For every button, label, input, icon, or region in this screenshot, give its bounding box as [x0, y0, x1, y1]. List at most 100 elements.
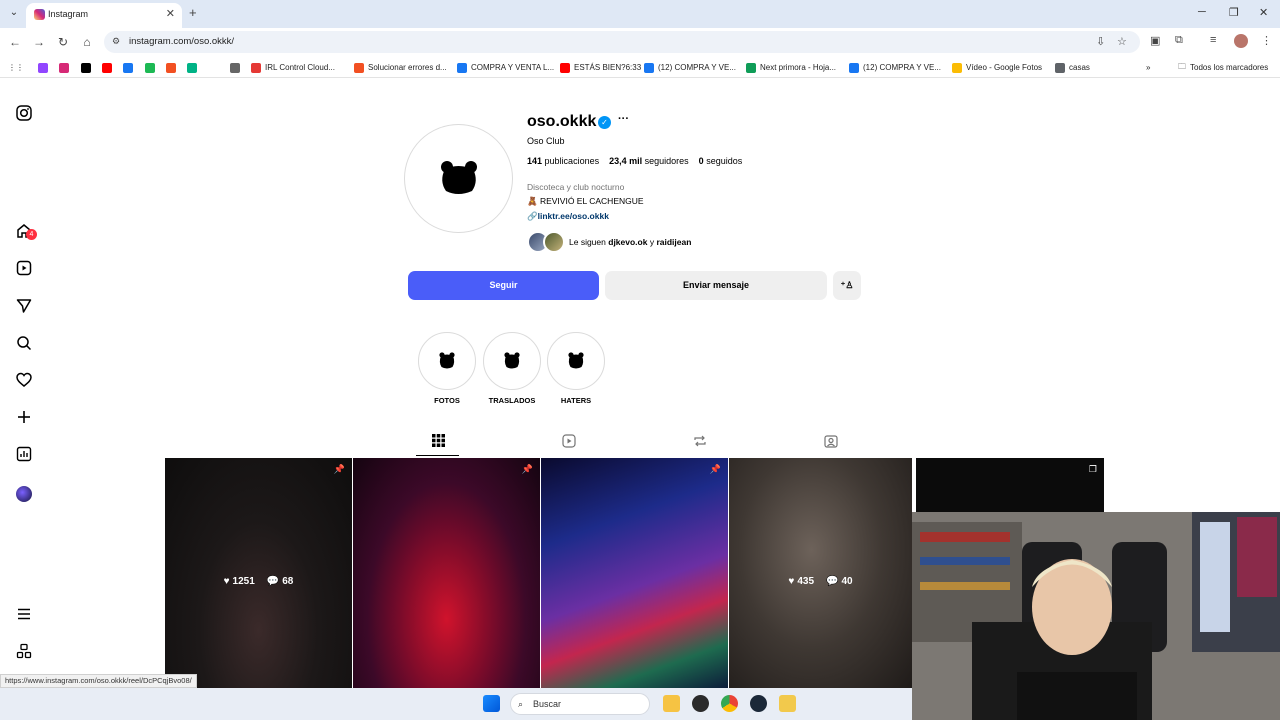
back-icon[interactable]: ← — [8, 35, 22, 49]
notifications-heart-icon[interactable] — [14, 372, 34, 392]
windows-start-icon[interactable] — [483, 695, 500, 712]
suggested-accounts-button[interactable]: ⁺♙ — [833, 271, 861, 300]
followers-stat[interactable]: 23,4 mil seguidores — [609, 156, 689, 166]
forward-icon[interactable]: → — [32, 35, 46, 49]
app-icon[interactable] — [779, 695, 796, 712]
active-tab-underline — [416, 455, 459, 456]
highlight-cover[interactable] — [483, 332, 541, 390]
install-app-icon[interactable]: ⇩ — [1096, 35, 1105, 48]
media-control-icon[interactable]: ≡ — [1210, 34, 1216, 46]
extensions-puzzle-icon[interactable]: ⧉ — [1175, 34, 1183, 47]
bookmark-item[interactable] — [59, 61, 69, 74]
followed-by-user-1[interactable]: djkevo.ok — [608, 237, 647, 247]
chrome-taskbar-icon[interactable] — [721, 695, 738, 712]
post-4[interactable]: ♥ 435 💬 40 — [729, 458, 912, 688]
bookmark-item[interactable]: IRL Control Cloud... — [251, 61, 335, 74]
profile-link[interactable]: 🔗linktr.ee/oso.okkk — [527, 211, 609, 222]
tab-search-icon[interactable]: ⌄ — [6, 5, 22, 21]
bookmark-item[interactable]: Next primora - Hoja... — [746, 61, 836, 74]
bookmark-item[interactable] — [230, 61, 240, 74]
bookmark-item[interactable] — [166, 61, 176, 74]
story-highlight[interactable]: FOTOS — [418, 332, 476, 405]
search-nav-icon[interactable] — [14, 335, 34, 355]
bookmark-item[interactable] — [81, 61, 91, 74]
minimize-icon[interactable]: ─ — [1198, 6, 1206, 18]
bookmark-item[interactable] — [123, 61, 133, 74]
menu-hamburger-icon[interactable] — [14, 606, 34, 626]
bookmark-item[interactable] — [187, 61, 197, 74]
post-2[interactable]: 📌 — [353, 458, 540, 688]
reload-icon[interactable]: ↻ — [56, 35, 70, 49]
bookmark-item[interactable]: COMPRA Y VENTA L... — [457, 61, 554, 74]
bookmark-favicon-icon — [1055, 62, 1065, 73]
site-info-icon[interactable]: ⚙ — [112, 36, 120, 47]
followed-by[interactable]: Le siguen djkevo.ok y raidijean — [527, 231, 691, 253]
post-1[interactable]: 📌 ♥ 1251 💬 68 — [165, 458, 352, 688]
story-highlight[interactable]: HATERS — [547, 332, 605, 405]
create-plus-icon[interactable] — [14, 409, 34, 429]
bookmark-label: IRL Control Cloud... — [265, 63, 335, 72]
bookmark-item[interactable]: Vídeo - Google Fotos — [952, 61, 1042, 74]
following-stat[interactable]: 0 seguidos — [699, 156, 743, 166]
bookmark-item[interactable] — [145, 61, 155, 74]
likes-heart-icon: ♥ — [788, 576, 795, 587]
highlight-cover[interactable] — [547, 332, 605, 390]
dashboard-chart-icon[interactable] — [14, 446, 34, 466]
instagram-logo-icon[interactable] — [14, 105, 34, 125]
messages-nav-icon[interactable] — [14, 298, 34, 318]
home-icon[interactable]: ⌂ — [80, 35, 94, 49]
tab-tagged-icon[interactable] — [822, 434, 840, 452]
address-url[interactable]: instagram.com/oso.okkk/ — [129, 36, 234, 47]
pinned-icon: 📌 — [709, 464, 721, 474]
restore-icon[interactable]: ❐ — [1229, 6, 1239, 19]
chrome-profile-avatar[interactable] — [1234, 34, 1248, 48]
new-tab-icon[interactable]: + — [189, 5, 197, 20]
profile-category: Discoteca y club nocturno — [527, 182, 625, 192]
profile-picture[interactable] — [404, 124, 513, 233]
bookmark-item[interactable]: (12) COMPRA Y VE... — [644, 61, 736, 74]
reels-nav-icon[interactable] — [14, 260, 34, 280]
tab-reels-icon[interactable] — [560, 434, 578, 452]
bookmark-favicon-icon — [746, 62, 756, 73]
bookmark-item[interactable]: (12) COMPRA Y VE... — [849, 61, 941, 74]
tab-reposts-icon[interactable] — [691, 434, 709, 452]
bookmark-item[interactable] — [102, 61, 112, 74]
close-window-icon[interactable]: ✕ — [1259, 6, 1268, 19]
steam-icon[interactable] — [750, 695, 767, 712]
also-from-meta-icon[interactable] — [14, 643, 34, 663]
send-message-button[interactable]: Enviar mensaje — [605, 271, 827, 300]
taskbar-search[interactable]: ⌕ Buscar — [510, 693, 650, 715]
bookmark-star-icon[interactable]: ☆ — [1117, 35, 1127, 48]
tab-close-icon[interactable]: ✕ — [166, 7, 175, 20]
bookmark-item[interactable] — [38, 61, 48, 74]
more-bookmarks-icon[interactable]: » — [1146, 61, 1150, 74]
app-icon[interactable] — [692, 695, 709, 712]
post-5[interactable]: ❐ — [916, 458, 1104, 512]
bookmark-item[interactable]: Solucionar errores d... — [354, 61, 447, 74]
address-bar[interactable]: ⚙ instagram.com/oso.okkk/ ⇩ ☆ — [104, 31, 1140, 53]
webcam-overlay — [912, 512, 1280, 720]
comments-count: 40 — [841, 576, 853, 587]
followed-by-user-2[interactable]: raidijean — [656, 237, 691, 247]
all-bookmarks[interactable]: 🗀 Todos los marcadores — [1178, 61, 1268, 74]
post-3[interactable]: 📌 — [541, 458, 728, 688]
bookmark-favicon-icon — [251, 62, 261, 73]
follow-button[interactable]: Seguir — [408, 271, 599, 300]
bookmark-item[interactable]: casas — [1055, 61, 1090, 74]
profile-tabs — [165, 430, 1104, 457]
instagram-favicon-icon — [34, 9, 45, 20]
messages-badge: 4 — [26, 229, 37, 240]
comments-count: 68 — [282, 576, 294, 587]
chrome-menu-icon[interactable]: ⋮ — [1261, 34, 1272, 47]
profile-nav-avatar[interactable] — [16, 486, 32, 502]
highlight-cover[interactable] — [418, 332, 476, 390]
tab-posts-grid-icon[interactable] — [429, 434, 447, 452]
profile-options-icon[interactable]: ··· — [618, 113, 629, 125]
bookmark-item[interactable]: ESTÁS BIEN?6:33 — [560, 61, 641, 74]
browser-tab-instagram[interactable]: Instagram ✕ — [26, 3, 182, 28]
profile-link-text[interactable]: linktr.ee/oso.okkk — [538, 211, 609, 221]
file-explorer-icon[interactable] — [663, 695, 680, 712]
apps-grid-icon[interactable]: ⋮⋮ — [8, 61, 24, 74]
extension-icon[interactable]: ▣ — [1150, 34, 1160, 47]
story-highlight[interactable]: TRASLADOS — [483, 332, 541, 405]
